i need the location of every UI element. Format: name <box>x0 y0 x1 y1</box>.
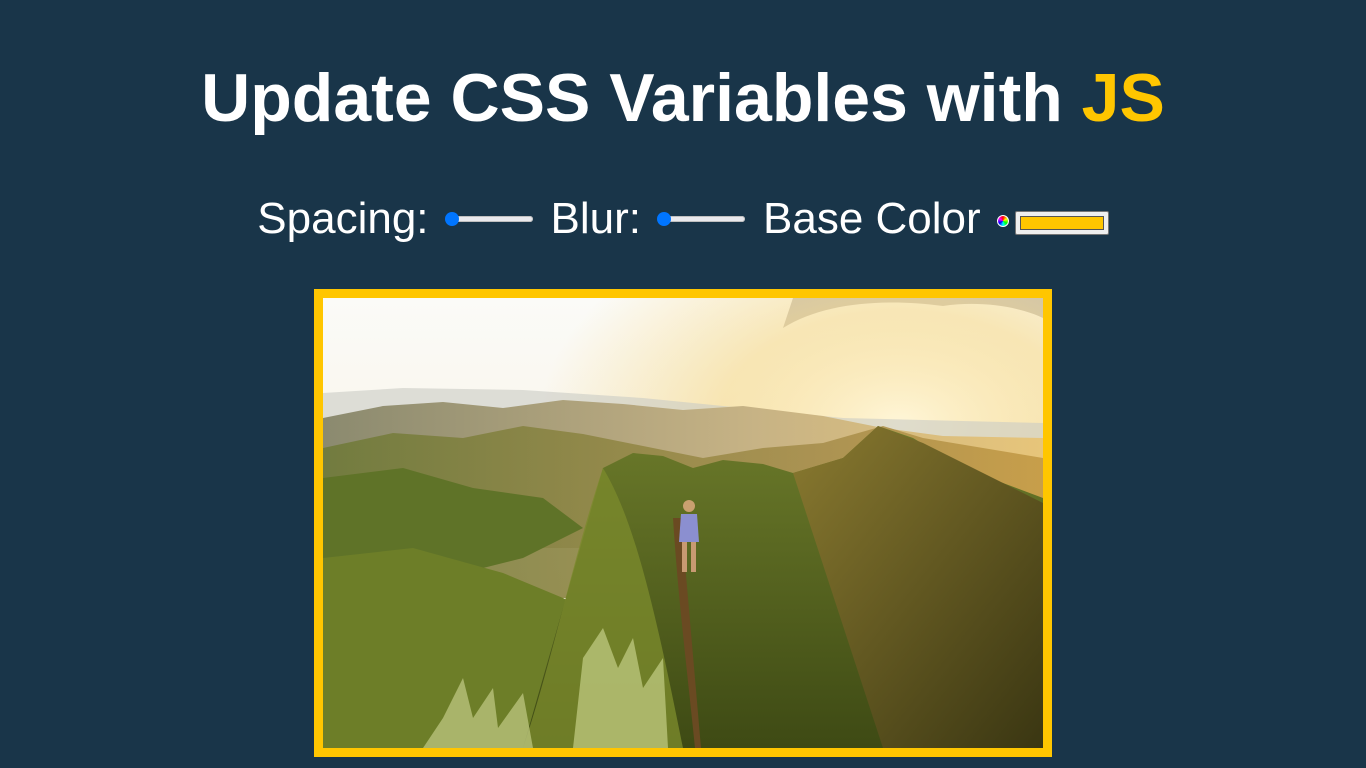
spacing-slider-track <box>446 216 533 222</box>
title-main-text: Update CSS Variables with <box>201 60 1082 136</box>
controls-bar: Spacing: Blur: Base Color <box>0 192 1366 246</box>
page-title: Update CSS Variables with JS <box>0 58 1366 138</box>
spacing-label: Spacing: <box>257 194 429 243</box>
blur-slider-track <box>659 216 746 222</box>
color-wheel-icon <box>996 215 1009 227</box>
blur-slider[interactable] <box>657 209 747 229</box>
title-highlight-text: JS <box>1081 60 1165 136</box>
spacing-slider-thumb[interactable] <box>444 212 459 226</box>
blur-label: Blur: <box>550 194 642 243</box>
blur-slider-thumb[interactable] <box>657 212 672 226</box>
base-color-swatch <box>1019 216 1104 230</box>
mountain-landscape-illustration <box>323 298 1043 748</box>
spacing-slider[interactable] <box>444 209 535 229</box>
base-color-label: Base Color <box>763 194 981 243</box>
base-color-picker[interactable] <box>1014 211 1109 235</box>
mountain-hiker-photo <box>323 298 1043 748</box>
image-frame <box>314 289 1052 757</box>
